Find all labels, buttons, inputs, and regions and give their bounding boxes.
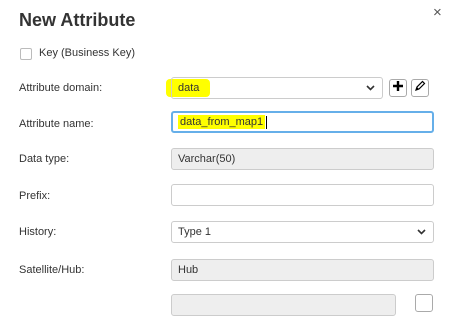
next-row-button[interactable] xyxy=(415,294,433,312)
prefix-input[interactable] xyxy=(171,184,434,206)
key-checkbox-label: Key (Business Key) xyxy=(39,47,135,59)
history-label: History: xyxy=(19,226,57,238)
attribute-domain-label: Attribute domain: xyxy=(19,82,103,94)
add-domain-button[interactable] xyxy=(389,79,407,97)
satellite-hub-field: Hub xyxy=(171,259,434,281)
chevron-down-icon xyxy=(417,222,426,250)
dialog-title: New Attribute xyxy=(19,10,136,30)
attribute-name-label: Attribute name: xyxy=(19,118,94,130)
history-value: Type 1 xyxy=(178,226,212,238)
attribute-domain-value: data xyxy=(178,82,200,94)
attribute-name-value: data_from_map1 xyxy=(178,115,266,129)
edit-domain-button[interactable] xyxy=(411,79,429,97)
text-caret xyxy=(266,115,268,129)
pencil-icon xyxy=(414,79,426,97)
plus-icon xyxy=(392,79,404,97)
key-checkbox[interactable] xyxy=(20,48,32,60)
close-icon[interactable]: × xyxy=(433,5,442,21)
data-type-field: Varchar(50) xyxy=(171,148,434,170)
attribute-domain-select[interactable]: data xyxy=(171,77,383,99)
next-row-field xyxy=(171,294,396,316)
new-attribute-dialog: New Attribute × Key (Business Key) Attri… xyxy=(0,0,452,316)
prefix-label: Prefix: xyxy=(19,190,51,202)
data-type-label: Data type: xyxy=(19,153,70,165)
chevron-down-icon xyxy=(366,78,375,106)
history-select[interactable]: Type 1 xyxy=(171,221,434,243)
attribute-name-input[interactable]: data_from_map1 xyxy=(171,111,434,133)
satellite-hub-label: Satellite/Hub: xyxy=(19,264,85,276)
